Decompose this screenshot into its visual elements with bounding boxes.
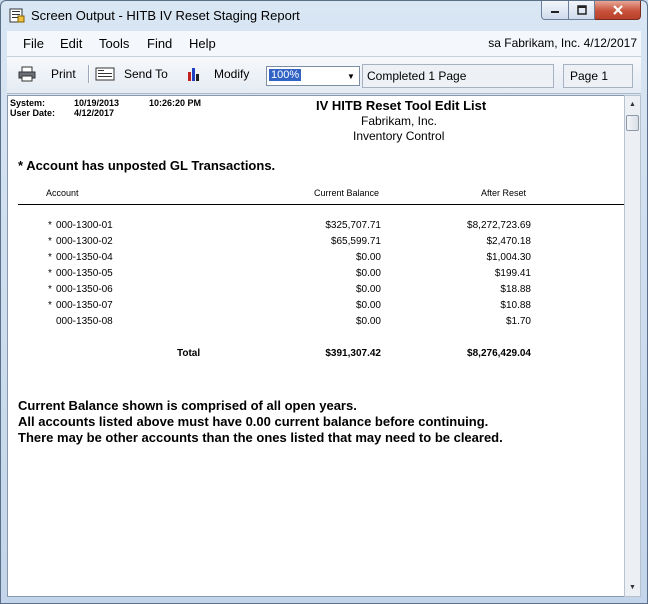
row-current-balance: $325,707.71 xyxy=(325,220,381,231)
menu-edit[interactable]: Edit xyxy=(60,36,82,51)
report-window-icon xyxy=(9,8,25,23)
menu-bar: File Edit Tools Find Help sa Fabrikam, I… xyxy=(7,31,641,57)
scroll-up-button[interactable]: ▲ xyxy=(625,96,640,113)
row-flag: * xyxy=(48,236,52,247)
toolbar: Print Send To Modify 100% ▼ Completed 1 … xyxy=(7,57,641,94)
row-after-reset: $10.88 xyxy=(500,300,531,311)
row-after-reset: $1,004.30 xyxy=(486,252,532,263)
total-after-reset: $8,276,429.04 xyxy=(467,348,531,359)
vertical-scrollbar[interactable]: ▲ ▼ xyxy=(624,95,641,597)
row-flag: * xyxy=(48,268,52,279)
row-current-balance: $0.00 xyxy=(355,284,381,295)
zoom-dropdown[interactable]: 100% ▼ xyxy=(266,66,360,86)
total-label: Total xyxy=(177,348,201,359)
modify-report-icon[interactable] xyxy=(187,66,201,82)
row-after-reset: $2,470.18 xyxy=(486,236,532,247)
row-flag: * xyxy=(48,284,52,295)
note-line-1: Current Balance shown is comprised of al… xyxy=(18,398,357,413)
title-bar[interactable]: Screen Output - HITB IV Reset Staging Re… xyxy=(1,1,647,31)
menu-tools[interactable]: Tools xyxy=(99,36,129,51)
report-page: System: 10/19/2013 10:26:20 PM User Date… xyxy=(7,95,625,597)
row-flag: * xyxy=(48,252,52,263)
status-text: Completed 1 Page xyxy=(367,69,467,83)
modify-button[interactable]: Modify xyxy=(214,67,249,81)
report-company: Fabrikam, Inc. xyxy=(361,114,438,128)
row-flag: * xyxy=(48,220,52,231)
scroll-down-button[interactable]: ▼ xyxy=(625,579,640,596)
zoom-value: 100% xyxy=(269,69,302,81)
report-title: IV HITB Reset Tool Edit List xyxy=(316,98,487,113)
row-after-reset: $8,272,723.69 xyxy=(467,220,531,231)
row-after-reset: $1.70 xyxy=(505,316,531,327)
row-account: 000-1300-02 xyxy=(56,236,113,247)
row-current-balance: $0.00 xyxy=(355,300,381,311)
system-label: System: xyxy=(10,98,46,108)
row-current-balance: $0.00 xyxy=(355,316,381,327)
row-after-reset: $199.41 xyxy=(494,268,531,279)
minimize-button[interactable] xyxy=(541,1,569,20)
unposted-legend: * Account has unposted GL Transactions. xyxy=(18,158,276,173)
user-date: 4/12/2017 xyxy=(74,108,115,118)
user-date-label: User Date: xyxy=(10,108,56,118)
window-title: Screen Output - HITB IV Reset Staging Re… xyxy=(31,8,300,23)
send-to-icon[interactable] xyxy=(95,67,115,81)
maximize-icon xyxy=(576,5,587,15)
note-line-2: All accounts listed above must have 0.00… xyxy=(18,414,489,429)
chevron-down-icon[interactable]: ▼ xyxy=(343,67,359,85)
total-current-balance: $391,307.42 xyxy=(325,348,381,359)
maximize-button[interactable] xyxy=(569,1,595,20)
row-after-reset: $18.88 xyxy=(500,284,531,295)
note-line-3: There may be other accounts than the one… xyxy=(18,430,503,445)
menu-file[interactable]: File xyxy=(23,36,44,51)
system-time: 10:26:20 PM xyxy=(149,98,202,108)
row-current-balance: $65,599.71 xyxy=(330,236,381,247)
close-button[interactable] xyxy=(595,1,641,20)
report-module: Inventory Control xyxy=(353,129,445,143)
send-to-button[interactable]: Send To xyxy=(124,67,168,81)
close-icon xyxy=(612,5,623,15)
toolbar-separator xyxy=(88,65,90,83)
printer-icon[interactable] xyxy=(18,66,36,82)
row-account: 000-1350-08 xyxy=(56,316,113,327)
print-button[interactable]: Print xyxy=(51,67,76,81)
row-current-balance: $0.00 xyxy=(355,268,381,279)
row-account: 000-1350-04 xyxy=(56,252,113,263)
row-current-balance: $0.00 xyxy=(355,252,381,263)
status-box: Completed 1 Page xyxy=(362,64,554,88)
user-company-date: sa Fabrikam, Inc. 4/12/2017 xyxy=(488,36,637,50)
page-text: Page 1 xyxy=(570,69,609,83)
window-controls xyxy=(541,1,641,20)
menu-find[interactable]: Find xyxy=(147,36,172,51)
system-date: 10/19/2013 xyxy=(74,98,120,108)
column-header-after-reset: After Reset xyxy=(481,188,527,198)
row-account: 000-1350-06 xyxy=(56,284,113,295)
screen-output-window: Screen Output - HITB IV Reset Staging Re… xyxy=(0,0,648,604)
row-flag: * xyxy=(48,300,52,311)
column-header-current-balance: Current Balance xyxy=(314,188,380,198)
row-account: 000-1350-07 xyxy=(56,300,113,311)
page-indicator: Page 1 xyxy=(563,64,633,88)
menu-help[interactable]: Help xyxy=(189,36,216,51)
arrow-up-icon: ▲ xyxy=(629,101,636,108)
column-header-account: Account xyxy=(46,188,79,198)
minimize-icon xyxy=(551,11,559,13)
header-rule xyxy=(18,204,624,205)
row-account: 000-1300-01 xyxy=(56,220,113,231)
row-account: 000-1350-05 xyxy=(56,268,113,279)
arrow-down-icon: ▼ xyxy=(629,584,636,591)
scroll-thumb[interactable] xyxy=(626,115,639,131)
